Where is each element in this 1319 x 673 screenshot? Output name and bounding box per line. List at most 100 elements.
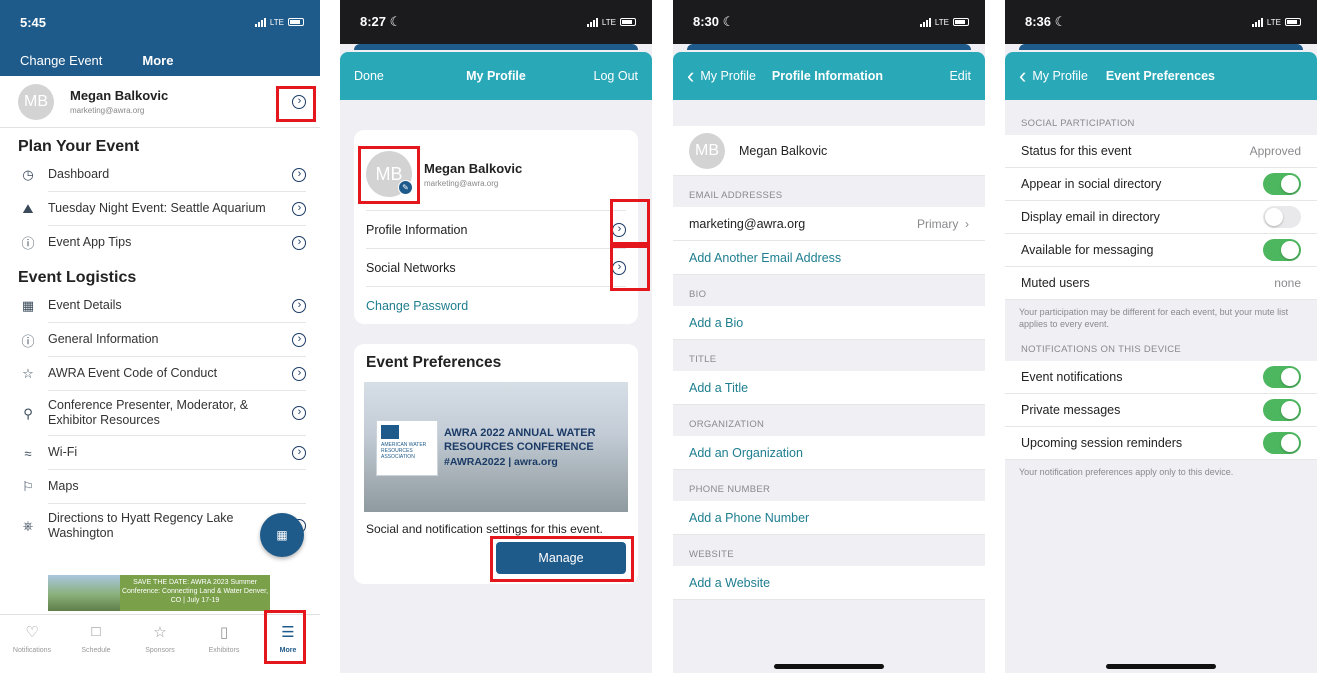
- notifications-note: Your notification preferences apply only…: [1019, 467, 1234, 478]
- tab-sponsors[interactable]: ☆ Sponsors: [128, 615, 192, 673]
- log-out-button[interactable]: Log Out: [594, 69, 638, 83]
- user-email: marketing@awra.org: [70, 106, 145, 115]
- done-button[interactable]: Done: [354, 69, 384, 83]
- event-notifications-toggle[interactable]: [1263, 366, 1301, 389]
- status-row: Status for this event Approved: [1005, 135, 1317, 168]
- calendar-icon: □: [91, 623, 101, 640]
- section-title-logistics: Event Logistics: [18, 269, 137, 286]
- status-indicators: LTE: [254, 17, 304, 27]
- status-time: 8:27 ☾: [360, 14, 402, 29]
- section-title-plan: Plan Your Event: [18, 138, 140, 155]
- phone-section-header: PHONE NUMBER: [689, 484, 771, 495]
- row-label: Display email in directory: [1021, 210, 1160, 224]
- network-label: LTE: [1266, 17, 1281, 27]
- menu-item-label: AWRA Event Code of Conduct: [48, 366, 218, 380]
- signal-icon: [254, 17, 266, 27]
- qr-scan-button[interactable]: ▦: [260, 513, 304, 557]
- add-title-link[interactable]: Add a Title: [673, 371, 985, 405]
- messaging-row: Available for messaging: [1005, 234, 1317, 267]
- network-label: LTE: [601, 17, 616, 27]
- highlight-box: [610, 245, 650, 291]
- profile-name-cell: MB Megan Balkovic: [673, 126, 985, 176]
- tab-exhibitors[interactable]: ▯ Exhibitors: [192, 615, 256, 673]
- battery-icon: [953, 18, 969, 26]
- menu-item-event-details[interactable]: ▦ Event Details: [0, 289, 320, 323]
- back-button[interactable]: My Profile: [1019, 69, 1088, 83]
- row-label: Change Password: [366, 298, 469, 313]
- back-button[interactable]: My Profile: [687, 69, 756, 83]
- add-organization-link[interactable]: Add an Organization: [673, 436, 985, 470]
- email-row[interactable]: marketing@awra.org Primary ›: [673, 207, 985, 241]
- status-bar: 8:27 ☾ LTE: [340, 0, 652, 44]
- network-label: LTE: [934, 17, 949, 27]
- edit-button[interactable]: Edit: [949, 69, 971, 83]
- muted-users-row[interactable]: Muted users none: [1005, 267, 1317, 300]
- menu-item-tuesday-night-event[interactable]: ⛰ Tuesday Night Event: Seattle Aquarium: [0, 192, 320, 226]
- status-value: Approved: [1249, 144, 1301, 158]
- row-label: Upcoming session reminders: [1021, 436, 1183, 451]
- change-event-tab[interactable]: Change Event: [0, 53, 102, 68]
- add-email-link[interactable]: Add Another Email Address: [673, 241, 985, 275]
- messaging-toggle[interactable]: [1263, 239, 1301, 261]
- top-header: Change Event More: [0, 44, 320, 76]
- change-password-link[interactable]: Change Password: [366, 286, 626, 324]
- moon-icon: ☾: [389, 14, 402, 29]
- ad-banner[interactable]: SAVE THE DATE: AWRA 2023 Summer Conferen…: [48, 575, 270, 611]
- directions-icon: ⎈: [22, 518, 34, 533]
- sheet-underlay: [1019, 44, 1303, 50]
- chevron-right-icon: [292, 235, 306, 250]
- menu-item-event-app-tips[interactable]: ⓘ Event App Tips: [0, 226, 320, 259]
- chevron-right-icon: [292, 332, 306, 347]
- add-bio-link[interactable]: Add a Bio: [673, 306, 985, 340]
- organization-section-header: ORGANIZATION: [689, 419, 765, 430]
- row-label: Status for this event: [1021, 144, 1132, 158]
- session-reminders-row: Upcoming session reminders: [1005, 427, 1317, 461]
- session-reminders-toggle[interactable]: [1263, 432, 1301, 455]
- battery-icon: [620, 18, 636, 26]
- nav-bar: My Profile Event Preferences: [1005, 52, 1317, 100]
- row-label: Event notifications: [1021, 370, 1123, 385]
- dashboard-icon: ◷: [22, 167, 34, 182]
- moon-icon: ☾: [722, 14, 735, 29]
- profile-information-row[interactable]: Profile Information: [366, 199, 650, 248]
- sheet-underlay: [687, 44, 971, 50]
- notifications-section-header: NOTIFICATIONS ON THIS DEVICE: [1021, 344, 1182, 356]
- conference-title: AWRA 2022 ANNUAL WATER RESOURCES CONFERE…: [444, 427, 596, 468]
- appear-in-directory-toggle[interactable]: [1263, 173, 1301, 195]
- my-profile-screen: 8:27 ☾ LTE Done My Profile Log Out MB ✎ …: [340, 0, 652, 673]
- row-label: Social Networks: [366, 260, 456, 275]
- chevron-right-icon: [292, 366, 306, 381]
- home-indicator: [1106, 664, 1216, 669]
- display-email-toggle[interactable]: [1263, 206, 1301, 228]
- email-value: marketing@awra.org: [689, 216, 806, 231]
- menu-item-wifi[interactable]: ≈ Wi-Fi: [0, 436, 320, 470]
- map-icon: ⚐: [22, 479, 34, 494]
- tab-notifications[interactable]: ♡ Notifications: [0, 615, 64, 673]
- social-section-header: SOCIAL PARTICIPATION: [1021, 118, 1135, 129]
- menu-item-general-information[interactable]: ⓘ General Information: [0, 323, 320, 357]
- nav-bar: My Profile Profile Information Edit: [673, 52, 985, 100]
- tab-schedule[interactable]: □ Schedule: [64, 615, 128, 673]
- social-networks-row[interactable]: Social Networks: [366, 245, 650, 291]
- add-phone-link[interactable]: Add a Phone Number: [673, 501, 985, 535]
- car-icon: ⛰: [22, 201, 34, 216]
- avatar: MB: [689, 132, 725, 169]
- private-messages-toggle[interactable]: [1263, 399, 1301, 422]
- screenshot-canvas: 5:45 LTE Change Event More MB Megan Balk…: [0, 0, 1319, 673]
- menu-item-presenter-resources[interactable]: ⚲ Conference Presenter, Moderator, & Exh…: [0, 391, 320, 436]
- private-messages-row: Private messages: [1005, 394, 1317, 428]
- menu-item-code-of-conduct[interactable]: ☆ AWRA Event Code of Conduct: [0, 357, 320, 391]
- chevron-right-icon: ›: [965, 216, 969, 231]
- menu-item-label: Event Details: [48, 298, 122, 312]
- menu-item-label: Dashboard: [48, 167, 110, 181]
- highlight-box: [264, 610, 306, 664]
- more-tab[interactable]: More: [102, 53, 173, 68]
- add-website-link[interactable]: Add a Website: [673, 566, 985, 600]
- menu-item-maps[interactable]: ⚐ Maps: [0, 470, 320, 504]
- menu-item-dashboard[interactable]: ◷ Dashboard: [0, 158, 320, 192]
- row-label: Profile Information: [366, 222, 468, 237]
- user-profile-row[interactable]: MB Megan Balkovic marketing@awra.org: [0, 76, 320, 128]
- qr-code-icon: ▦: [276, 528, 288, 542]
- profile-card: MB ✎ Megan Balkovic marketing@awra.org P…: [354, 130, 650, 324]
- event-preferences-card: Event Preferences AMERICAN WATER RESOURC…: [354, 344, 638, 584]
